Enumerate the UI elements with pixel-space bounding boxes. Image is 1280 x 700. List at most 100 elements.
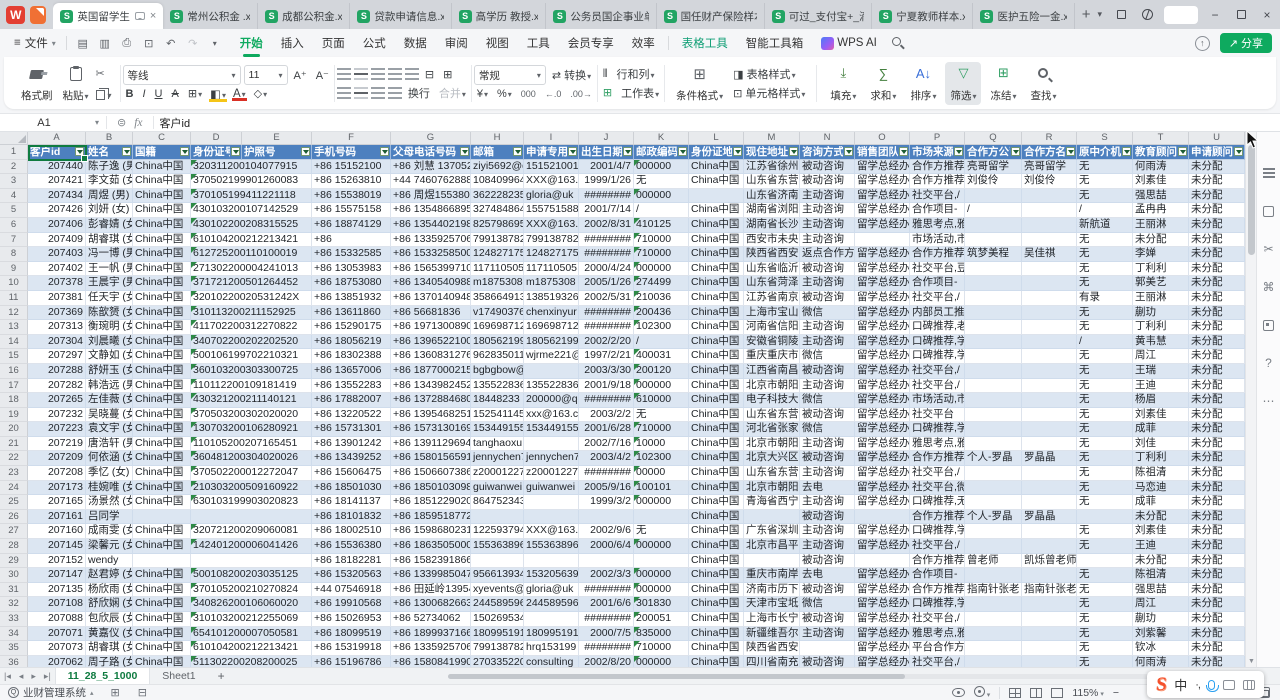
help-icon[interactable]: ? xyxy=(1265,356,1272,370)
cell[interactable]: China中国 xyxy=(133,481,191,496)
cell[interactable]: gloria@uk xyxy=(524,583,579,598)
cell[interactable]: 2001/4/7 xyxy=(579,160,634,175)
cell[interactable]: 000000 xyxy=(634,262,689,277)
tab-list-chevron-icon[interactable]: ▾ xyxy=(1097,9,1108,20)
cell[interactable]: 广东省深圳 xyxy=(744,524,800,539)
cell[interactable]: 2001/9/18 xyxy=(579,379,634,394)
properties-sliders-icon[interactable] xyxy=(1263,166,1275,180)
cell[interactable]: 黄韦慧 xyxy=(1133,335,1189,350)
cell[interactable] xyxy=(855,233,910,248)
cell[interactable]: 合作项目- xyxy=(910,568,965,583)
cell[interactable]: 成菲 xyxy=(1133,495,1189,510)
cell[interactable]: 被动咨询 xyxy=(800,262,855,277)
cell[interactable] xyxy=(1022,203,1077,218)
cell[interactable]: 留学总经办 xyxy=(855,335,910,350)
row-number[interactable]: 20 xyxy=(0,422,28,437)
next-sheet-icon[interactable]: ▸ xyxy=(27,671,40,682)
cell[interactable]: 无 xyxy=(1077,524,1133,539)
cell[interactable]: 未分配 xyxy=(1133,233,1189,248)
cell[interactable]: 无 xyxy=(1077,656,1133,667)
row-number[interactable]: 8 xyxy=(0,247,28,262)
cell[interactable]: 610104200212213421 xyxy=(191,233,312,248)
cell[interactable]: m1875308 xyxy=(524,276,579,291)
cell[interactable]: 340702200202202520 xyxy=(191,335,312,350)
filter-dropdown-icon[interactable] xyxy=(899,147,908,156)
layout-mode-icon[interactable] xyxy=(1108,0,1134,29)
cell[interactable]: 个人-罗晶 xyxy=(965,510,1022,525)
format-painter-button[interactable]: 格式刷 xyxy=(18,62,56,105)
cell[interactable]: China中国 xyxy=(689,539,744,554)
cloud-sync-icon[interactable]: ↑ xyxy=(1195,36,1210,51)
cell[interactable]: 207173 xyxy=(28,481,86,496)
cell[interactable]: xxx@163.cc xyxy=(524,408,579,423)
cell[interactable]: 口碑推荐,学 xyxy=(910,349,965,364)
cell[interactable]: 710000 xyxy=(634,641,689,656)
freeze-button[interactable]: ⊞冻结▾ xyxy=(985,62,1021,105)
cell[interactable]: v17490376 xyxy=(471,306,524,321)
cell[interactable]: 2002/5/31 xyxy=(579,291,634,306)
cell[interactable]: 吕同学 xyxy=(86,510,133,525)
cell[interactable]: China中国 xyxy=(689,320,744,335)
cell[interactable]: 山东省菏泽 xyxy=(744,276,800,291)
row-number[interactable]: 5 xyxy=(0,203,28,218)
cell[interactable] xyxy=(524,495,579,510)
cell[interactable]: 陈子逸 (男 xyxy=(86,160,133,175)
cell[interactable]: 合作方推荐 xyxy=(910,160,965,175)
cell[interactable] xyxy=(965,335,1022,350)
cell[interactable]: 青海省西宁 xyxy=(744,495,800,510)
filter-dropdown-icon[interactable] xyxy=(180,147,189,156)
cell[interactable] xyxy=(579,554,634,569)
column-letter[interactable]: A xyxy=(28,132,86,145)
cell[interactable]: ######## xyxy=(579,320,634,335)
cell[interactable] xyxy=(579,510,634,525)
cell[interactable] xyxy=(133,510,191,525)
cell[interactable] xyxy=(1022,495,1077,510)
cell[interactable] xyxy=(965,364,1022,379)
grow-font-button[interactable]: A⁺ xyxy=(291,69,310,82)
cell[interactable]: 320721200209060081 xyxy=(191,524,312,539)
cell[interactable]: +86 18501030 xyxy=(312,481,391,496)
cell[interactable]: China中国 xyxy=(689,422,744,437)
cell[interactable]: 207161 xyxy=(28,510,86,525)
cell[interactable]: guiwanwei xyxy=(524,481,579,496)
file-tab[interactable]: S贷款申请信息.xlsx xyxy=(350,3,451,29)
cell[interactable]: 32010220020531242X xyxy=(191,291,312,306)
cell[interactable]: 主动咨询 xyxy=(800,437,855,452)
cell[interactable] xyxy=(965,408,1022,423)
cell[interactable]: +86 18874129 xyxy=(312,218,391,233)
cell[interactable]: +86 15290175 xyxy=(312,320,391,335)
cell[interactable]: 500108200203035125 xyxy=(191,568,312,583)
cell[interactable]: 180562199 xyxy=(471,335,524,350)
cell[interactable]: China中国 xyxy=(133,189,191,204)
cell[interactable]: China中国 xyxy=(133,335,191,350)
cell[interactable]: 2003/2/2 xyxy=(579,408,634,423)
cell[interactable]: 指南针张老 xyxy=(965,583,1022,598)
cell[interactable]: 主动咨询 xyxy=(800,276,855,291)
cell[interactable]: 180995191 xyxy=(524,627,579,642)
header-cell[interactable]: 现住地址 xyxy=(744,145,800,160)
cell[interactable]: 210036 xyxy=(634,291,689,306)
cell[interactable]: 未分配 xyxy=(1189,233,1245,248)
cell[interactable]: 留学总经办 xyxy=(855,597,910,612)
row-number[interactable]: 1 xyxy=(0,145,28,160)
cell[interactable]: 2001/6/28 xyxy=(579,422,634,437)
prev-sheet-icon[interactable]: ◂ xyxy=(15,671,28,682)
cell[interactable]: China中国 xyxy=(689,393,744,408)
cell[interactable] xyxy=(965,539,1022,554)
cell[interactable] xyxy=(965,291,1022,306)
justify-icon[interactable] xyxy=(388,87,402,99)
cell[interactable]: 舒欣娴 (女 xyxy=(86,597,133,612)
cell[interactable]: China中国 xyxy=(133,568,191,583)
cell[interactable] xyxy=(965,349,1022,364)
cell[interactable]: 刘妍 (女) xyxy=(86,203,133,218)
cell[interactable]: 郭美艺 xyxy=(1133,276,1189,291)
cell[interactable]: hrq153199 xyxy=(524,641,579,656)
cell[interactable]: 河南省信阳 xyxy=(744,320,800,335)
tab-menu[interactable]: 审阅 xyxy=(436,35,477,51)
cell[interactable]: 个人-罗晶 xyxy=(965,451,1022,466)
cell[interactable]: 李婵 xyxy=(1133,247,1189,262)
cell[interactable]: 平台合作方 xyxy=(910,641,965,656)
row-number[interactable]: 22 xyxy=(0,451,28,466)
fx-icon[interactable]: fx xyxy=(134,117,142,129)
cell[interactable]: 社交平台,/ xyxy=(910,539,965,554)
